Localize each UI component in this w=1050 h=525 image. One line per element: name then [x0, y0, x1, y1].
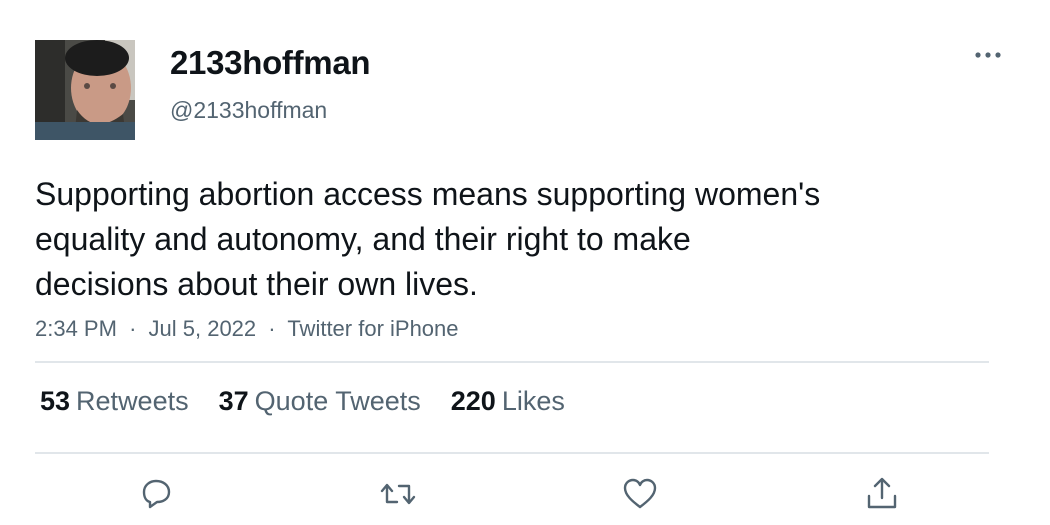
share-button[interactable] — [862, 474, 902, 514]
more-options-icon[interactable] — [968, 40, 1008, 70]
tweet-metadata: 2:34 PM · Jul 5, 2022 · Twitter for iPho… — [35, 316, 459, 342]
quote-tweets-label: Quote Tweets — [254, 386, 421, 416]
like-button[interactable] — [620, 474, 660, 514]
tweet-text: Supporting abortion access means support… — [35, 172, 995, 307]
divider — [35, 452, 989, 454]
retweet-icon — [380, 483, 416, 505]
tweet-time[interactable]: 2:34 PM — [35, 316, 117, 341]
tweet-text-line: decisions about their own lives. — [35, 266, 478, 302]
retweets-count: 53 — [40, 386, 71, 416]
engagement-stats: 53 Retweets 37 Quote Tweets 220 Likes — [40, 386, 595, 417]
tweet-card: 2133hoffman @2133hoffman Supporting abor… — [0, 0, 1050, 525]
tweet-text-line: Supporting abortion access means support… — [35, 176, 821, 212]
quote-tweets-count: 37 — [218, 386, 249, 416]
display-name[interactable]: 2133hoffman — [170, 44, 371, 82]
reply-icon — [142, 479, 171, 509]
meta-separator: · — [129, 316, 137, 341]
profile-photo-icon — [35, 40, 135, 140]
share-icon — [867, 477, 897, 509]
heart-icon — [623, 478, 657, 509]
user-handle[interactable]: @2133hoffman — [170, 97, 327, 124]
reply-button[interactable] — [136, 474, 176, 514]
retweet-button[interactable] — [378, 474, 418, 514]
quote-tweets-stat[interactable]: 37 Quote Tweets — [219, 386, 421, 417]
likes-stat[interactable]: 220 Likes — [451, 386, 565, 417]
tweet-date[interactable]: Jul 5, 2022 — [149, 316, 257, 341]
likes-label: Likes — [501, 386, 565, 416]
avatar[interactable] — [35, 40, 135, 140]
tweet-source[interactable]: Twitter for iPhone — [287, 316, 458, 341]
likes-count: 220 — [450, 386, 496, 416]
divider — [35, 361, 989, 363]
retweets-stat[interactable]: 53 Retweets — [40, 386, 189, 417]
tweet-text-line: equality and autonomy, and their right t… — [35, 221, 691, 257]
retweets-label: Retweets — [76, 386, 189, 416]
meta-separator: · — [268, 316, 276, 341]
